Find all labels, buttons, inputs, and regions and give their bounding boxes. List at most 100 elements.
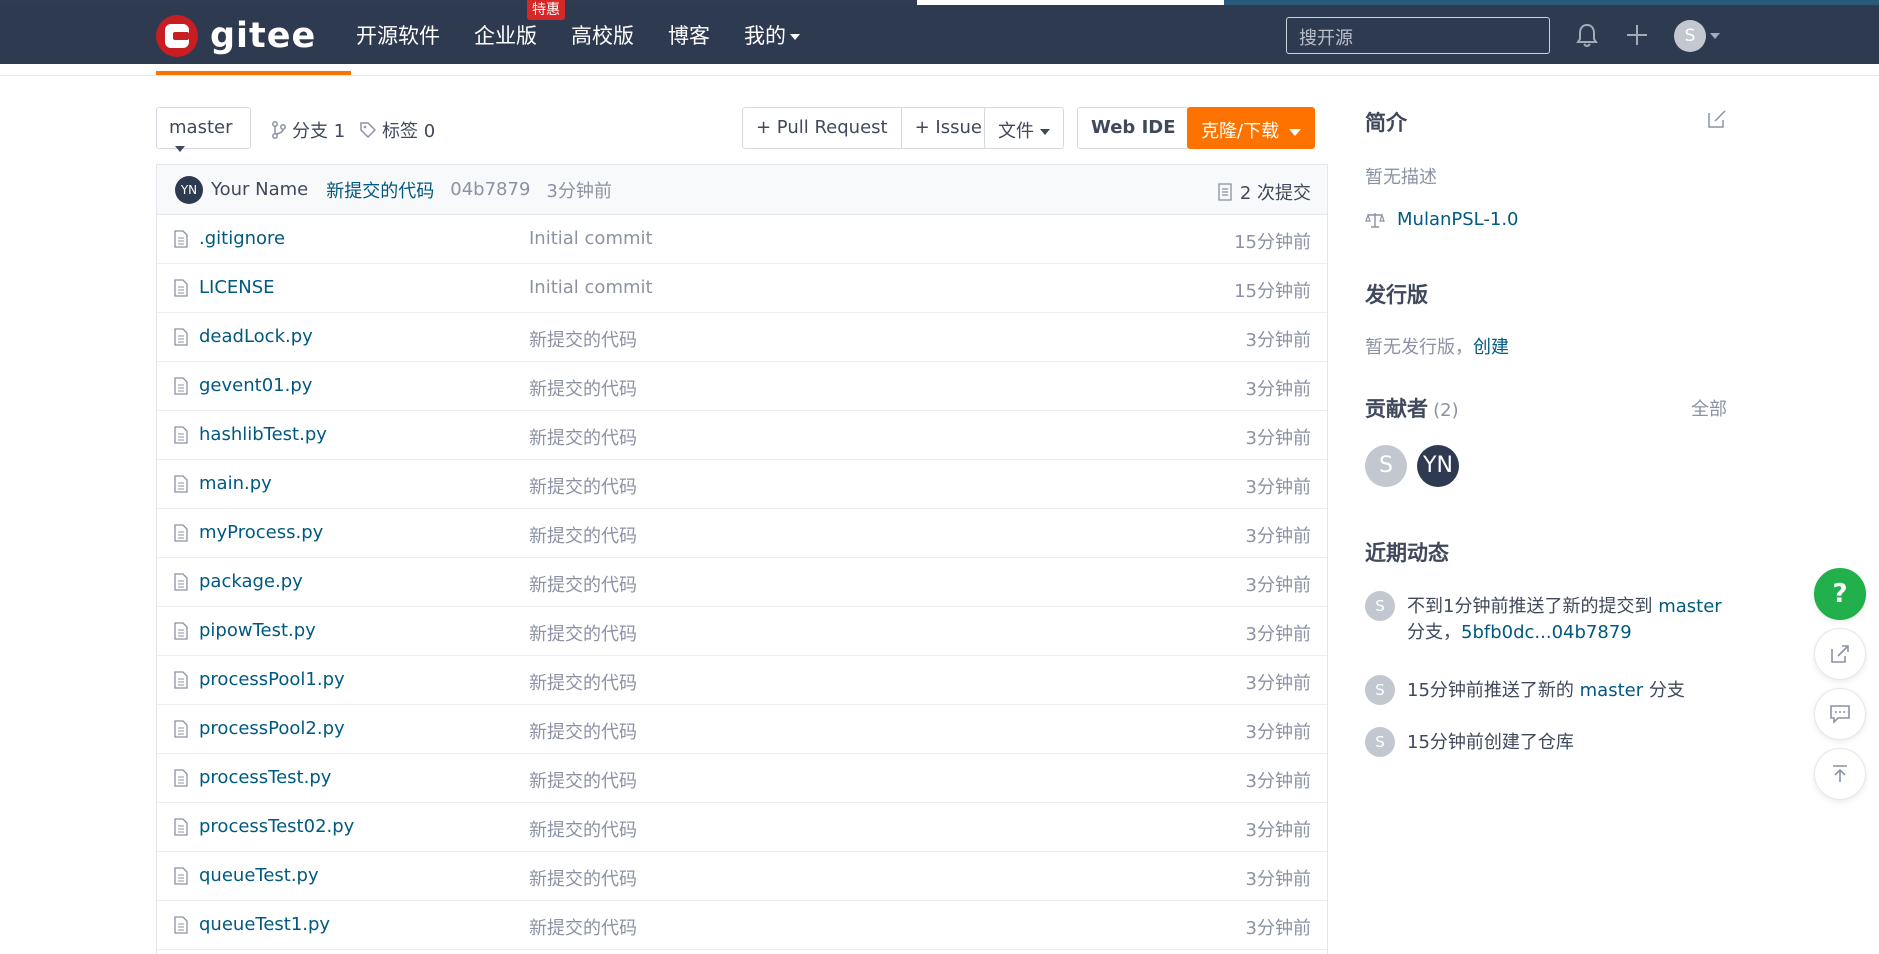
share-button[interactable] <box>1814 628 1866 680</box>
active-tab-indicator <box>156 71 351 75</box>
file-commit-message[interactable]: 新提交的代码 <box>529 669 637 695</box>
file-commit-time: 3分钟前 <box>1245 379 1311 400</box>
activity-text: 不到1分钟前推送了新的提交到 <box>1407 596 1659 617</box>
file-commit-message[interactable]: 新提交的代码 <box>529 718 637 744</box>
issue-button[interactable]: + Issue <box>901 107 996 149</box>
search-input[interactable]: 搜开源 <box>1286 17 1550 54</box>
contributor-avatar[interactable]: S <box>1365 445 1407 487</box>
contributors-title: 贡献者 <box>1365 397 1428 421</box>
tags-link[interactable]: 标签 0 <box>360 117 435 143</box>
file-name-link[interactable]: queueTest1.py <box>199 914 330 935</box>
file-name-link[interactable]: .gitignore <box>199 228 285 249</box>
release-section: 发行版 暂无发行版，创建 <box>1365 279 1727 358</box>
file-name-link[interactable]: processPool2.py <box>199 718 345 739</box>
file-name-link[interactable]: package.py <box>199 571 303 592</box>
web-ide-button[interactable]: Web IDE <box>1077 107 1190 149</box>
user-avatar[interactable]: S <box>1674 20 1706 52</box>
file-name-link[interactable]: hashlibTest.py <box>199 424 327 445</box>
file-commit-time: 3分钟前 <box>1245 575 1311 596</box>
bell-icon[interactable] <box>1572 20 1602 50</box>
license-link[interactable]: MulanPSL-1.0 <box>1365 209 1519 230</box>
activity-title: 近期动态 <box>1365 541 1449 565</box>
file-icon <box>174 328 188 346</box>
file-name-link[interactable]: queueTest.py <box>199 865 319 886</box>
file-commit-time: 3分钟前 <box>1245 428 1311 449</box>
activity-avatar[interactable]: S <box>1365 591 1395 621</box>
tags-count: 标签 0 <box>382 121 436 142</box>
file-row: queueTest1.py 新提交的代码 3分钟前 <box>157 901 1327 950</box>
file-commit-message[interactable]: 新提交的代码 <box>529 522 637 548</box>
file-commit-message[interactable]: Initial commit <box>529 277 653 298</box>
commit-message[interactable]: 新提交的代码 <box>326 177 434 203</box>
activity-text: 分支， <box>1407 622 1461 643</box>
nav-mine[interactable]: 我的 <box>744 20 800 50</box>
file-commit-time: 3分钟前 <box>1245 918 1311 939</box>
file-commit-message[interactable]: 新提交的代码 <box>529 571 637 597</box>
file-name-link[interactable]: LICENSE <box>199 277 275 298</box>
file-commit-message[interactable]: 新提交的代码 <box>529 620 637 646</box>
edit-icon[interactable] <box>1707 109 1727 129</box>
file-commit-message[interactable]: 新提交的代码 <box>529 326 637 352</box>
file-name-link[interactable]: processTest02.py <box>199 816 354 837</box>
nav-open-source[interactable]: 开源软件 <box>356 20 440 50</box>
commit-count-link[interactable]: 2 次提交 <box>1218 179 1311 205</box>
file-commit-time: 3分钟前 <box>1245 624 1311 645</box>
activity-avatar[interactable]: S <box>1365 675 1395 705</box>
file-commit-message[interactable]: Initial commit <box>529 228 653 249</box>
author-avatar[interactable]: YN <box>175 175 203 204</box>
nav-blog[interactable]: 博客 <box>668 20 710 50</box>
file-icon <box>174 426 188 444</box>
promo-badge: 特惠 <box>527 0 565 20</box>
file-name-link[interactable]: myProcess.py <box>199 522 323 543</box>
file-menu-button[interactable]: 文件 <box>984 107 1064 149</box>
file-commit-time: 3分钟前 <box>1245 820 1311 841</box>
commit-range-link[interactable]: 5bfb0dc...04b7879 <box>1461 622 1632 643</box>
commit-hash[interactable]: 04b7879 <box>450 179 530 200</box>
activity-avatar[interactable]: S <box>1365 727 1395 757</box>
file-icon <box>174 279 188 297</box>
back-to-top-button[interactable] <box>1814 748 1866 800</box>
clone-download-button[interactable]: 克隆/下载 <box>1187 107 1316 149</box>
nav-mine-label: 我的 <box>744 23 786 48</box>
commit-author[interactable]: Your Name <box>211 179 308 200</box>
help-button[interactable]: ? <box>1814 568 1866 620</box>
file-commit-time: 15分钟前 <box>1234 232 1311 253</box>
file-row: queueTest.py 新提交的代码 3分钟前 <box>157 852 1327 901</box>
file-commit-message[interactable]: 新提交的代码 <box>529 767 637 793</box>
file-commit-time: 3分钟前 <box>1245 771 1311 792</box>
file-commit-message[interactable]: 新提交的代码 <box>529 914 637 940</box>
file-name-link[interactable]: processPool1.py <box>199 669 345 690</box>
file-commit-message[interactable]: 新提交的代码 <box>529 816 637 842</box>
activity-item: S 不到1分钟前推送了新的提交到 master 分支，5bfb0dc...04b… <box>1365 591 1727 651</box>
file-name-link[interactable]: gevent01.py <box>199 375 312 396</box>
file-commit-message[interactable]: 新提交的代码 <box>529 375 637 401</box>
branch-link[interactable]: master <box>1658 596 1721 617</box>
file-menu-label: 文件 <box>998 121 1034 142</box>
file-name-link[interactable]: deadLock.py <box>199 326 313 347</box>
branch-link[interactable]: master <box>1580 680 1643 701</box>
feedback-button[interactable] <box>1814 688 1866 740</box>
release-title: 发行版 <box>1365 283 1428 307</box>
file-row: myProcess.py 新提交的代码 3分钟前 <box>157 509 1327 558</box>
file-name-link[interactable]: processTest.py <box>199 767 331 788</box>
file-commit-message[interactable]: 新提交的代码 <box>529 424 637 450</box>
contributors-section: 贡献者 (2) 全部 S YN <box>1365 393 1727 487</box>
file-row: processTest02.py 新提交的代码 3分钟前 <box>157 803 1327 852</box>
file-name-link[interactable]: pipowTest.py <box>199 620 316 641</box>
nav-education[interactable]: 高校版 <box>571 20 634 50</box>
contributor-avatar[interactable]: YN <box>1417 445 1459 487</box>
file-commit-message[interactable]: 新提交的代码 <box>529 473 637 499</box>
branch-icon <box>272 121 286 139</box>
all-contributors-link[interactable]: 全部 <box>1691 395 1727 421</box>
pull-request-button[interactable]: + Pull Request <box>742 107 902 149</box>
file-name-link[interactable]: main.py <box>199 473 272 494</box>
plus-icon[interactable] <box>1622 20 1652 50</box>
file-icon <box>174 867 188 885</box>
branches-link[interactable]: 分支 1 <box>272 117 345 143</box>
chevron-down-icon[interactable] <box>1710 33 1720 39</box>
create-release-link[interactable]: 创建 <box>1473 337 1509 358</box>
file-commit-message[interactable]: 新提交的代码 <box>529 865 637 891</box>
branch-select[interactable]: master <box>156 107 251 152</box>
gitee-logo[interactable]: gitee <box>156 15 316 57</box>
nav-enterprise[interactable]: 企业版 特惠 <box>474 0 565 50</box>
